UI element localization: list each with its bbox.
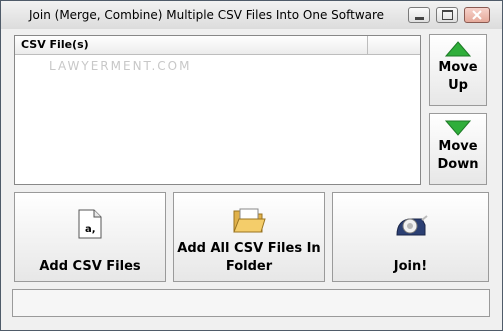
list-header: CSV File(s) [15,36,420,55]
add-csv-files-button[interactable]: a, Add CSV Files [14,192,166,282]
app-window: Join (Merge, Combine) Multiple CSV Files… [0,0,503,331]
move-up-label-line1: Move [438,60,478,75]
svg-text:a,: a, [85,224,96,235]
join-button[interactable]: Join! [332,192,489,282]
green-down-arrow-icon [445,120,471,136]
title-bar[interactable]: Join (Merge, Combine) Multiple CSV Files… [1,1,502,29]
column-header-csv-files[interactable]: CSV File(s) [15,36,368,54]
add-folder-label-line1: Add All CSV Files In [177,241,321,256]
csv-file-list[interactable]: CSV File(s) [14,35,421,185]
move-up-button[interactable]: Move Up [429,34,487,106]
document-icon: a, [78,209,102,239]
move-down-label-line2: Down [437,157,479,172]
tape-dispenser-icon [395,215,428,236]
status-bar [12,289,490,317]
maximize-button[interactable] [436,7,458,23]
window-title: Join (Merge, Combine) Multiple CSV Files… [29,8,385,22]
join-label: Join! [393,259,428,274]
move-down-label-line1: Move [438,139,478,154]
add-folder-button[interactable]: Add All CSV Files In Folder [173,192,325,282]
add-csv-files-label: Add CSV Files [39,259,141,274]
move-down-button[interactable]: Move Down [429,113,487,185]
close-icon [472,10,482,20]
add-folder-label-line2: Folder [225,259,273,274]
minimize-icon [414,16,424,20]
column-header-empty[interactable] [369,36,420,54]
watermark: LAWYERMENT.COM [49,59,192,73]
green-up-arrow-icon [445,41,471,57]
close-button[interactable] [464,7,490,23]
move-up-label-line2: Up [448,78,468,93]
open-folder-icon [233,208,266,233]
minimize-button[interactable] [408,7,430,23]
maximize-icon [441,10,453,20]
